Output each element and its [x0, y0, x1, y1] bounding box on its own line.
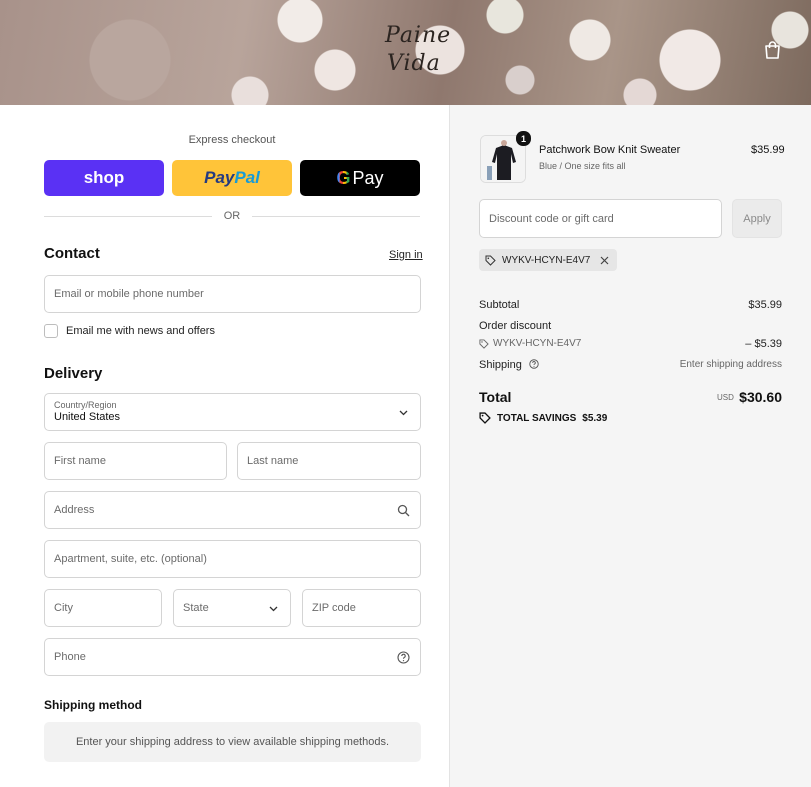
apartment-field[interactable] [44, 540, 421, 578]
email-field[interactable] [44, 275, 421, 313]
contact-heading: Contact [44, 245, 100, 262]
applied-discount-chip: WYKV-HCYN-E4V7 [479, 249, 618, 271]
first-name-field[interactable] [44, 442, 227, 480]
city-field[interactable] [44, 589, 162, 627]
city-input[interactable] [54, 590, 161, 626]
newsletter-checkbox[interactable] [44, 324, 58, 338]
delivery-heading: Delivery [44, 365, 103, 382]
order-discount-label: Order discount [479, 320, 552, 332]
or-divider-right [252, 216, 420, 217]
phone-field[interactable] [44, 638, 421, 676]
total-value: $30.60 [739, 389, 782, 405]
search-icon[interactable] [397, 504, 410, 517]
apartment-input[interactable] [54, 541, 420, 577]
apply-discount-button[interactable]: Apply [732, 199, 782, 238]
subtotal-value: $35.99 [748, 299, 782, 311]
or-divider-label: OR [223, 210, 241, 222]
address-input[interactable] [54, 492, 420, 528]
shipping-row: Shipping [479, 359, 539, 371]
header-banner: Paine Vida [0, 0, 811, 105]
discount-code-input[interactable] [489, 212, 721, 225]
google-pay-button[interactable]: G Pay [300, 160, 420, 196]
order-discount-code: WYKV-HCYN-E4V7 [493, 338, 582, 349]
brand-line-1: Paine [385, 23, 452, 48]
shopping-bag-icon[interactable] [764, 41, 781, 59]
product-variant: Blue / One size fits all [539, 161, 626, 171]
quantity-badge: 1 [516, 131, 531, 146]
country-label: Country/Region [54, 400, 117, 410]
or-divider-left [44, 216, 212, 217]
chevron-down-icon [399, 410, 408, 416]
zip-input[interactable] [312, 590, 420, 626]
applied-discount-code: WYKV-HCYN-E4V7 [502, 254, 591, 266]
state-select[interactable]: State [173, 589, 291, 627]
order-discount-code-row: WYKV-HCYN-E4V7 [479, 338, 581, 349]
brand-logo[interactable]: Paine Vida [385, 22, 451, 78]
paypal-label-part2: Pal [234, 168, 260, 187]
product-price: $35.99 [751, 144, 785, 156]
total-savings-value: $5.39 [582, 412, 608, 424]
total-savings-row: TOTAL SAVINGS $5.39 [479, 412, 607, 424]
first-name-input[interactable] [54, 443, 226, 479]
close-icon[interactable] [600, 256, 609, 265]
total-label: Total [479, 389, 512, 405]
shop-pay-label: shop [83, 168, 125, 187]
total-savings-label: TOTAL SAVINGS [497, 412, 577, 424]
email-input[interactable] [54, 276, 420, 312]
shipping-method-hint: Enter your shipping address to view avai… [75, 736, 390, 748]
sign-in-link[interactable]: Sign in [389, 249, 423, 261]
help-circle-icon[interactable] [529, 359, 539, 369]
brand-line-2: Vida [387, 51, 441, 76]
express-checkout-label: Express checkout [188, 134, 276, 146]
help-circle-icon[interactable] [397, 651, 410, 664]
subtotal-label: Subtotal [479, 299, 520, 311]
last-name-field[interactable] [237, 442, 421, 480]
google-g-icon: G [336, 167, 351, 188]
tag-icon [479, 338, 489, 349]
newsletter-label: Email me with news and offers [66, 325, 215, 337]
tag-icon [485, 255, 496, 266]
address-field[interactable] [44, 491, 421, 529]
order-discount-value: – $5.39 [745, 338, 782, 350]
country-value: United States [54, 411, 121, 423]
total-currency: USD [717, 393, 734, 402]
phone-input[interactable] [54, 639, 420, 675]
tag-icon [479, 412, 491, 424]
chevron-down-icon [269, 606, 278, 612]
paypal-button[interactable]: Pay Pal [172, 160, 292, 196]
shipping-value: Enter shipping address [679, 359, 782, 370]
paypal-label-part1: Pay [204, 168, 235, 187]
shipping-method-heading: Shipping method [44, 698, 142, 712]
discount-code-field[interactable] [479, 199, 722, 238]
shipping-method-placeholder: Enter your shipping address to view avai… [44, 722, 421, 762]
google-pay-label: Pay [352, 167, 384, 188]
zip-field[interactable] [302, 589, 421, 627]
product-name: Patchwork Bow Knit Sweater [539, 144, 681, 156]
last-name-input[interactable] [247, 443, 420, 479]
shipping-label: Shipping [479, 359, 522, 371]
country-select[interactable]: Country/Region United States [44, 393, 421, 431]
shop-pay-button[interactable]: shop [44, 160, 164, 196]
